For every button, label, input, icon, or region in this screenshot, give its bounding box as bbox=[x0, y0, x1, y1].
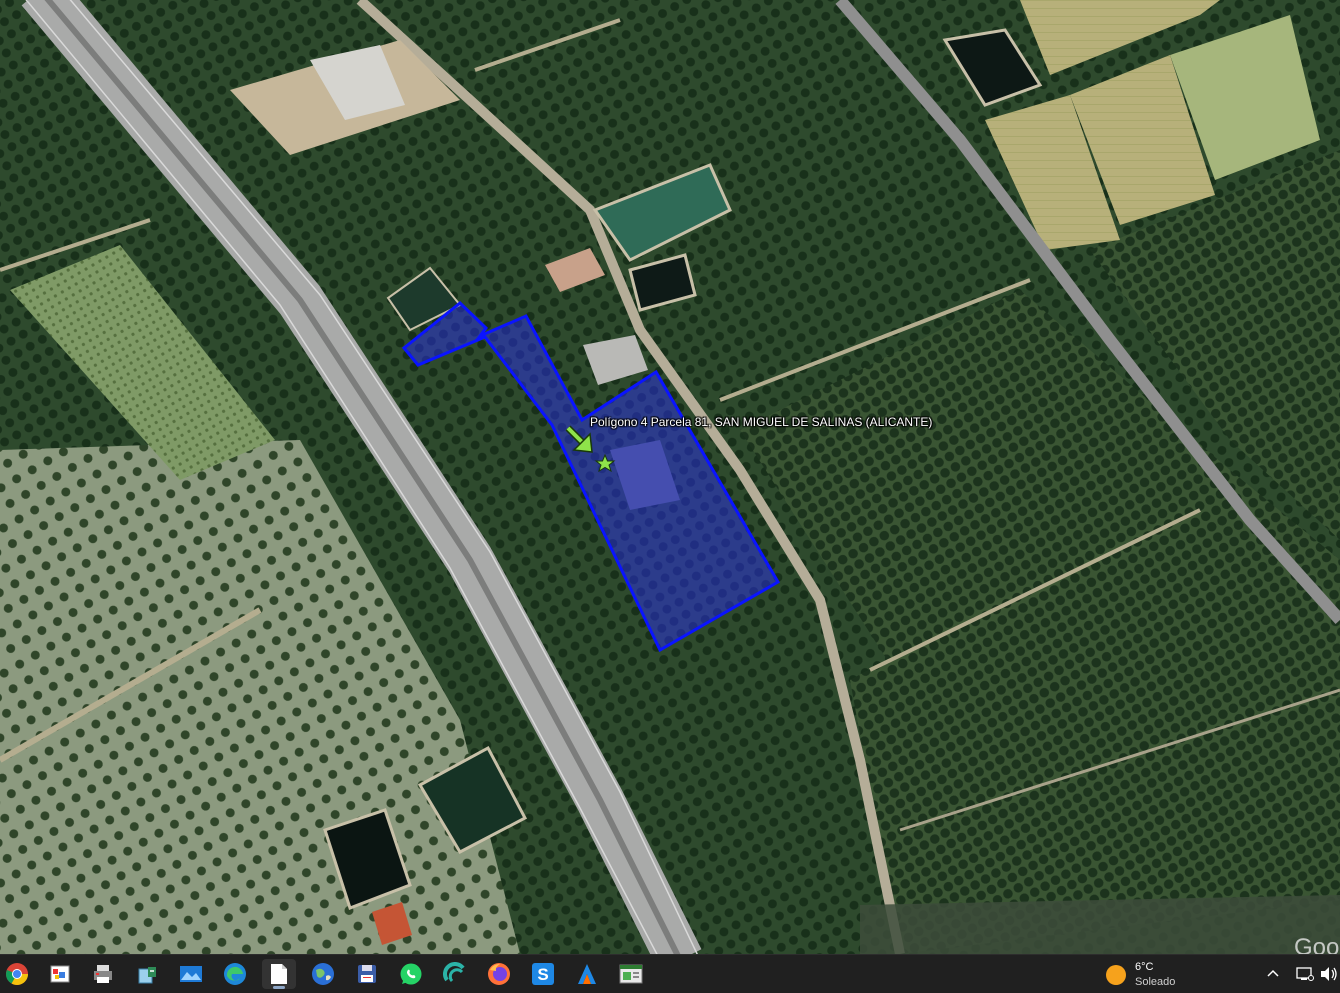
save-icon[interactable] bbox=[350, 959, 384, 989]
whatsapp-icon[interactable] bbox=[394, 959, 428, 989]
taskbar: S 6°C Soleado bbox=[0, 954, 1340, 993]
sun-icon bbox=[1106, 965, 1126, 985]
svg-text:S: S bbox=[537, 965, 548, 984]
s-app-icon[interactable]: S bbox=[526, 959, 560, 989]
weather-temperature: 6°C bbox=[1135, 961, 1154, 973]
weather-condition: Soleado bbox=[1135, 976, 1176, 988]
weather-widget[interactable]: 6°C Soleado bbox=[1104, 959, 1204, 989]
google-watermark: Goo bbox=[1294, 934, 1340, 954]
placemark-label: Polígono 4 Parcela 81, SAN MIGUEL DE SAL… bbox=[590, 415, 933, 429]
chrome-icon[interactable] bbox=[0, 959, 34, 989]
firefox-icon[interactable] bbox=[482, 959, 516, 989]
blurred-imagery bbox=[860, 895, 1340, 954]
paint-icon[interactable] bbox=[43, 959, 77, 989]
chevron-up-icon[interactable] bbox=[1262, 963, 1284, 985]
arrow-app-icon[interactable] bbox=[570, 959, 604, 989]
app-icon[interactable] bbox=[438, 959, 472, 989]
file-icon[interactable] bbox=[262, 959, 296, 989]
window-app-icon[interactable] bbox=[614, 959, 648, 989]
edge-icon[interactable] bbox=[218, 959, 252, 989]
volume-icon[interactable] bbox=[1318, 963, 1340, 985]
recycle-icon[interactable] bbox=[130, 959, 164, 989]
network-icon[interactable] bbox=[1294, 963, 1316, 985]
google-earth-icon[interactable] bbox=[306, 959, 340, 989]
printer-icon[interactable] bbox=[86, 959, 120, 989]
map-imagery[interactable] bbox=[0, 0, 1340, 954]
photos-icon[interactable] bbox=[174, 959, 208, 989]
satellite-map[interactable]: Polígono 4 Parcela 81, SAN MIGUEL DE SAL… bbox=[0, 0, 1340, 954]
